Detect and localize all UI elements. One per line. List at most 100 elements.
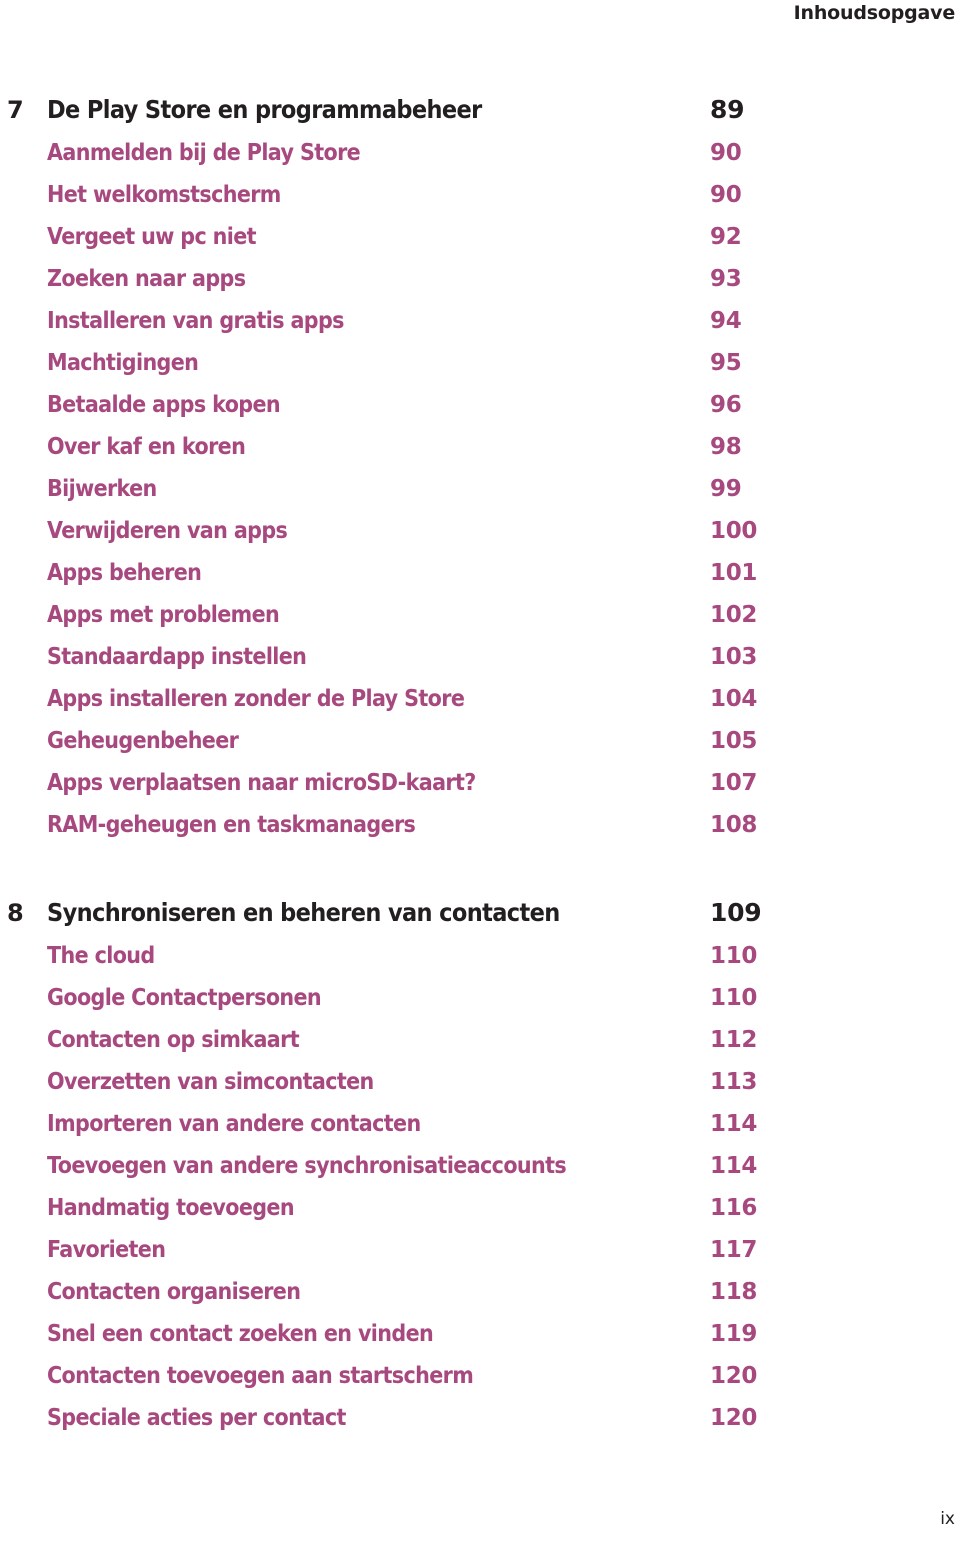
chapter-title[interactable]: Synchroniseren en beheren van contacten — [47, 891, 560, 935]
toc-entry-row[interactable]: Favorieten 117 — [0, 1229, 800, 1271]
toc-entry-title[interactable]: Vergeet uw pc niet — [47, 216, 257, 258]
toc-entry-page-number: 99 — [710, 476, 742, 502]
toc-chapter-row[interactable]: 8 Synchroniseren en beheren van contacten… — [0, 891, 800, 935]
toc-entry-row[interactable]: Google Contactpersonen 110 — [0, 977, 800, 1019]
running-head: Inhoudsopgave — [793, 2, 956, 24]
toc-entry-page-number: 112 — [710, 1027, 758, 1053]
toc-entry-page-number: 100 — [710, 518, 758, 544]
toc-entry-title[interactable]: Speciale acties per contact — [47, 1397, 346, 1439]
toc-chapter-group: 8 Synchroniseren en beheren van contacten… — [0, 891, 800, 1439]
toc-entry-row[interactable]: Installeren van gratis apps 94 — [0, 300, 800, 342]
toc-entry-row[interactable]: Standaardapp instellen 103 — [0, 636, 800, 678]
chapter-number: 7 — [7, 96, 24, 124]
toc-entry-row[interactable]: Het welkomstscherm 90 — [0, 174, 800, 216]
toc-entry-row[interactable]: Zoeken naar apps 93 — [0, 258, 800, 300]
toc-entry-row[interactable]: Apps met problemen 102 — [0, 594, 800, 636]
chapter-title[interactable]: De Play Store en programmabeheer — [47, 88, 482, 132]
toc-entry-title[interactable]: Apps beheren — [47, 552, 202, 594]
toc-entry-page-number: 90 — [710, 182, 742, 208]
toc-entry-row[interactable]: Apps installeren zonder de Play Store 104 — [0, 678, 800, 720]
toc-chapter-group: 7 De Play Store en programmabeheer 89 Aanme… — [0, 88, 800, 846]
toc-entry-title[interactable]: Apps installeren zonder de Play Store — [47, 678, 465, 720]
toc-entry-page-number: 110 — [710, 943, 758, 969]
toc-entry-title[interactable]: Toevoegen van andere synchronisatieaccou… — [47, 1145, 567, 1187]
toc-entry-row[interactable]: Contacten toevoegen aan startscherm 120 — [0, 1355, 800, 1397]
chapter-number: 8 — [7, 899, 24, 927]
toc-entry-row[interactable]: Aanmelden bij de Play Store 90 — [0, 132, 800, 174]
toc-entry-title[interactable]: Contacten organiseren — [47, 1271, 301, 1313]
toc-entry-page-number: 105 — [710, 728, 758, 754]
table-of-contents: 7 De Play Store en programmabeheer 89 Aanme… — [0, 88, 800, 1439]
toc-entry-title[interactable]: Importeren van andere contacten — [47, 1103, 421, 1145]
toc-entry-page-number: 95 — [710, 350, 742, 376]
toc-entry-title[interactable]: Bijwerken — [47, 468, 157, 510]
chapter-page-number: 109 — [710, 898, 762, 927]
chapter-page-number: 89 — [710, 95, 745, 124]
toc-entry-title[interactable]: Over kaf en koren — [47, 426, 246, 468]
toc-entry-page-number: 102 — [710, 602, 758, 628]
toc-entry-title[interactable]: Geheugenbeheer — [47, 720, 239, 762]
toc-entry-row[interactable]: Betaalde apps kopen 96 — [0, 384, 800, 426]
toc-entry-title[interactable]: Machtigingen — [47, 342, 199, 384]
toc-entry-title[interactable]: Betaalde apps kopen — [47, 384, 281, 426]
toc-entry-title[interactable]: Favorieten — [47, 1229, 166, 1271]
toc-entry-page-number: 113 — [710, 1069, 758, 1095]
toc-entry-row[interactable]: Apps verplaatsen naar microSD-kaart? 107 — [0, 762, 800, 804]
toc-entry-row[interactable]: Snel een contact zoeken en vinden 119 — [0, 1313, 800, 1355]
toc-entry-title[interactable]: Apps met problemen — [47, 594, 280, 636]
toc-entry-title[interactable]: The cloud — [47, 935, 155, 977]
toc-entry-page-number: 120 — [710, 1405, 758, 1431]
toc-entry-title[interactable]: Aanmelden bij de Play Store — [47, 132, 361, 174]
toc-entry-row[interactable]: Overzetten van simcontacten 113 — [0, 1061, 800, 1103]
toc-entry-page-number: 98 — [710, 434, 742, 460]
toc-entry-row[interactable]: Vergeet uw pc niet 92 — [0, 216, 800, 258]
toc-entry-row[interactable]: Over kaf en koren 98 — [0, 426, 800, 468]
toc-entry-page-number: 90 — [710, 140, 742, 166]
toc-entry-title[interactable]: Google Contactpersonen — [47, 977, 322, 1019]
toc-chapter-row[interactable]: 7 De Play Store en programmabeheer 89 — [0, 88, 800, 132]
page-folio: ix — [940, 1509, 955, 1529]
toc-entry-row[interactable]: Toevoegen van andere synchronisatieaccou… — [0, 1145, 800, 1187]
toc-entry-title[interactable]: Het welkomstscherm — [47, 174, 281, 216]
toc-entry-title[interactable]: Standaardapp instellen — [47, 636, 307, 678]
toc-entry-title[interactable]: Overzetten van simcontacten — [47, 1061, 374, 1103]
toc-entry-title[interactable]: Apps verplaatsen naar microSD-kaart? — [47, 762, 476, 804]
toc-entry-title[interactable]: RAM-geheugen en taskmanagers — [47, 804, 416, 846]
toc-entry-page-number: 94 — [710, 308, 742, 334]
toc-entry-page-number: 103 — [710, 644, 758, 670]
toc-entry-row[interactable]: Apps beheren 101 — [0, 552, 800, 594]
toc-entry-page-number: 96 — [710, 392, 742, 418]
toc-entry-title[interactable]: Handmatig toevoegen — [47, 1187, 295, 1229]
toc-entry-row[interactable]: Handmatig toevoegen 116 — [0, 1187, 800, 1229]
toc-entry-page-number: 110 — [710, 985, 758, 1011]
toc-entry-row[interactable]: The cloud 110 — [0, 935, 800, 977]
toc-entry-title[interactable]: Contacten toevoegen aan startscherm — [47, 1355, 474, 1397]
toc-entry-page-number: 114 — [710, 1153, 758, 1179]
toc-entry-row[interactable]: Verwijderen van apps 100 — [0, 510, 800, 552]
toc-entry-page-number: 117 — [710, 1237, 758, 1263]
toc-entry-page-number: 120 — [710, 1363, 758, 1389]
toc-entry-page-number: 118 — [710, 1279, 758, 1305]
toc-entry-row[interactable]: Bijwerken 99 — [0, 468, 800, 510]
toc-entry-title[interactable]: Snel een contact zoeken en vinden — [47, 1313, 434, 1355]
toc-entry-page-number: 101 — [710, 560, 758, 586]
toc-entry-row[interactable]: Contacten organiseren 118 — [0, 1271, 800, 1313]
toc-entry-page-number: 119 — [710, 1321, 758, 1347]
toc-entry-page-number: 92 — [710, 224, 742, 250]
toc-entry-page-number: 108 — [710, 812, 758, 838]
toc-entry-row[interactable]: Contacten op simkaart 112 — [0, 1019, 800, 1061]
toc-entry-title[interactable]: Contacten op simkaart — [47, 1019, 300, 1061]
toc-entry-title[interactable]: Verwijderen van apps — [47, 510, 288, 552]
toc-entry-row[interactable]: Machtigingen 95 — [0, 342, 800, 384]
toc-entry-page-number: 116 — [710, 1195, 758, 1221]
toc-entry-page-number: 93 — [710, 266, 742, 292]
toc-entry-page-number: 114 — [710, 1111, 758, 1137]
toc-entry-row[interactable]: Geheugenbeheer 105 — [0, 720, 800, 762]
toc-entry-page-number: 104 — [710, 686, 758, 712]
toc-entry-row[interactable]: Speciale acties per contact 120 — [0, 1397, 800, 1439]
toc-entry-row[interactable]: RAM-geheugen en taskmanagers 108 — [0, 804, 800, 846]
toc-entry-title[interactable]: Zoeken naar apps — [47, 258, 246, 300]
toc-entry-row[interactable]: Importeren van andere contacten 114 — [0, 1103, 800, 1145]
toc-entry-title[interactable]: Installeren van gratis apps — [47, 300, 345, 342]
toc-entry-page-number: 107 — [710, 770, 758, 796]
